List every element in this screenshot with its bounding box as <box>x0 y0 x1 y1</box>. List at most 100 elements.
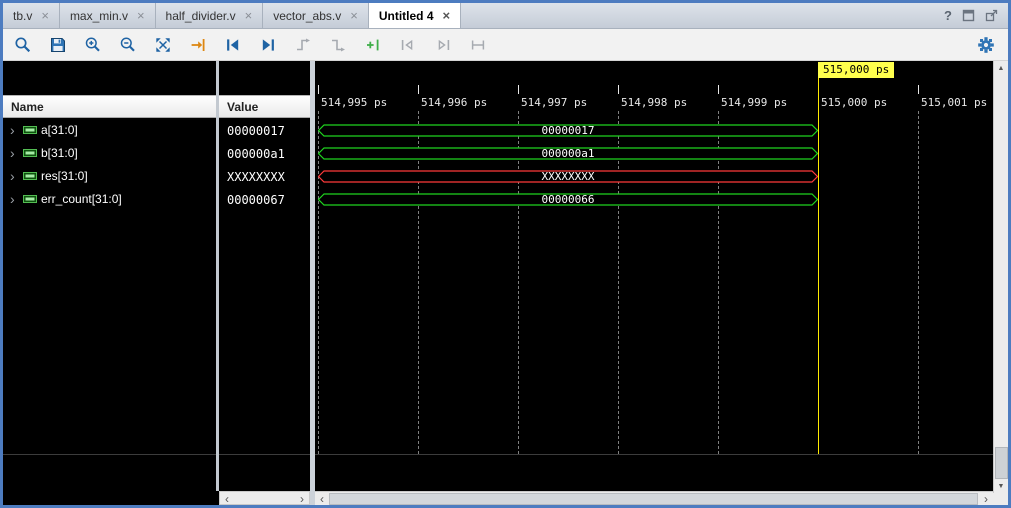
expand-chevron-icon[interactable]: › <box>10 168 15 184</box>
ruler-tick <box>718 85 719 94</box>
waveform-bus[interactable]: XXXXXXXX <box>318 170 818 183</box>
signal-row[interactable]: › a[31:0] 00000017 <box>3 119 310 142</box>
next-edge-icon[interactable] <box>329 36 347 54</box>
maximize-window-icon[interactable] <box>985 9 998 22</box>
tabbar-controls: ? <box>944 3 1008 28</box>
signal-name[interactable]: a[31:0] <box>41 123 78 137</box>
tab-close-icon[interactable]: × <box>41 9 49 22</box>
gridline <box>418 111 419 454</box>
name-column-header[interactable]: Name <box>11 100 44 114</box>
waveform-bus[interactable]: 00000066 <box>318 193 818 206</box>
tab-close-icon[interactable]: × <box>443 9 451 22</box>
signal-value: 000000a1 <box>227 147 285 161</box>
expand-chevron-icon[interactable]: › <box>10 122 15 138</box>
tab-close-icon[interactable]: × <box>350 9 358 22</box>
waveform-bus[interactable]: 000000a1 <box>318 147 818 160</box>
signal-value: 00000017 <box>227 124 285 138</box>
ruler-tick-label: 515,001 ps <box>921 96 987 109</box>
panel-separator-line <box>3 454 310 455</box>
previous-marker-icon[interactable] <box>399 36 417 54</box>
tab-label: half_divider.v <box>166 9 236 23</box>
previous-transition-icon[interactable] <box>224 36 242 54</box>
value-column-scrollbar[interactable]: ‹ › <box>219 491 310 505</box>
zoom-out-icon[interactable] <box>119 36 137 54</box>
signal-name[interactable]: b[31:0] <box>41 146 78 160</box>
vertical-scrollbar-thumb[interactable] <box>995 447 1008 479</box>
waveform-horizontal-scrollbar[interactable]: ‹ › <box>315 491 993 505</box>
signal-name[interactable]: err_count[31:0] <box>41 192 122 206</box>
signal-row[interactable]: › b[31:0] 000000a1 <box>3 142 310 165</box>
bus-value-label: XXXXXXXX <box>318 170 818 183</box>
previous-edge-icon[interactable] <box>294 36 312 54</box>
signal-row[interactable]: › err_count[31:0] 00000067 <box>3 188 310 211</box>
scroll-right-button[interactable]: › <box>979 492 993 505</box>
save-icon[interactable] <box>49 36 67 54</box>
waveform-vertical-scrollbar[interactable]: ▲ ▼ <box>993 61 1008 493</box>
tab-label: tb.v <box>13 9 32 23</box>
next-marker-icon[interactable] <box>434 36 452 54</box>
document-tab-bar: tb.v×max_min.v×half_divider.v×vector_abs… <box>3 3 1008 29</box>
ruler-tick-label: 514,999 ps <box>721 96 787 109</box>
bus-signal-icon <box>23 147 37 159</box>
zoom-fit-icon[interactable] <box>154 36 172 54</box>
settings-gear-icon[interactable] <box>977 36 995 54</box>
simulation-waveform-window: tb.v×max_min.v×half_divider.v×vector_abs… <box>0 0 1011 508</box>
ruler-tick-label: 514,997 ps <box>521 96 587 109</box>
value-column-header[interactable]: Value <box>227 100 258 114</box>
select-range-icon[interactable] <box>469 36 487 54</box>
main-area: Name Value › a[31:0] 00000017 › b[31:0] 00000… <box>3 61 1008 505</box>
signal-value: 00000067 <box>227 193 285 207</box>
ruler-tick <box>418 85 419 94</box>
gridline <box>318 111 319 454</box>
tab-label: vector_abs.v <box>273 9 341 23</box>
scroll-down-button[interactable]: ▼ <box>994 479 1008 493</box>
gridline <box>718 111 719 454</box>
scroll-right-button[interactable]: › <box>295 492 309 505</box>
scroll-left-button[interactable]: ‹ <box>315 492 329 505</box>
add-marker-icon[interactable] <box>364 36 382 54</box>
expand-chevron-icon[interactable]: › <box>10 145 15 161</box>
ruler-tick-label: 515,000 ps <box>821 96 887 109</box>
panel-separator-line <box>315 454 993 455</box>
waveform-panel[interactable]: 515,000 ps 514,995 ps514,996 ps514,997 p… <box>315 61 993 505</box>
tab-untitled-4[interactable]: Untitled 4 × <box>369 3 461 28</box>
signal-value: XXXXXXXX <box>227 170 285 184</box>
horizontal-scrollbar-thumb[interactable] <box>329 493 978 505</box>
tab-half_divider-v[interactable]: half_divider.v × <box>156 3 264 28</box>
help-button[interactable]: ? <box>944 8 952 23</box>
tab-max_min-v[interactable]: max_min.v × <box>60 3 156 28</box>
ruler-tick-label: 514,998 ps <box>621 96 687 109</box>
tab-vector_abs-v[interactable]: vector_abs.v × <box>263 3 369 28</box>
column-divider[interactable] <box>216 61 219 491</box>
bus-value-label: 000000a1 <box>318 147 818 160</box>
tab-tb-v[interactable]: tb.v × <box>3 3 60 28</box>
bus-signal-icon <box>23 193 37 205</box>
zoom-to-cursor-icon[interactable] <box>189 36 207 54</box>
tab-close-icon[interactable]: × <box>245 9 253 22</box>
ruler-tick <box>918 85 919 94</box>
search-icon[interactable] <box>14 36 32 54</box>
cursor-line[interactable] <box>818 78 819 454</box>
tab-close-icon[interactable]: × <box>137 9 145 22</box>
zoom-in-icon[interactable] <box>84 36 102 54</box>
ruler-tick <box>618 85 619 94</box>
bus-signal-icon <box>23 124 37 136</box>
tab-label: max_min.v <box>70 9 128 23</box>
tab-label: Untitled 4 <box>379 9 434 23</box>
expand-chevron-icon[interactable]: › <box>10 191 15 207</box>
ruler-tick <box>318 85 319 94</box>
tab-strip: tb.v×max_min.v×half_divider.v×vector_abs… <box>3 3 461 28</box>
next-transition-icon[interactable] <box>259 36 277 54</box>
scrollbar-corner <box>993 493 1008 505</box>
scroll-up-button[interactable]: ▲ <box>994 61 1008 75</box>
waveform-bus[interactable]: 00000017 <box>318 124 818 137</box>
cursor-time-badge[interactable]: 515,000 ps <box>818 62 894 78</box>
scroll-left-button[interactable]: ‹ <box>220 492 234 505</box>
signal-row[interactable]: › res[31:0] XXXXXXXX <box>3 165 310 188</box>
ruler-tick-label: 514,995 ps <box>321 96 387 109</box>
ruler-tick <box>518 85 519 94</box>
signal-panel: Name Value › a[31:0] 00000017 › b[31:0] 00000… <box>3 61 310 505</box>
float-window-icon[interactable] <box>962 9 975 22</box>
signal-name[interactable]: res[31:0] <box>41 169 88 183</box>
signal-table-header: Name Value <box>3 95 310 118</box>
